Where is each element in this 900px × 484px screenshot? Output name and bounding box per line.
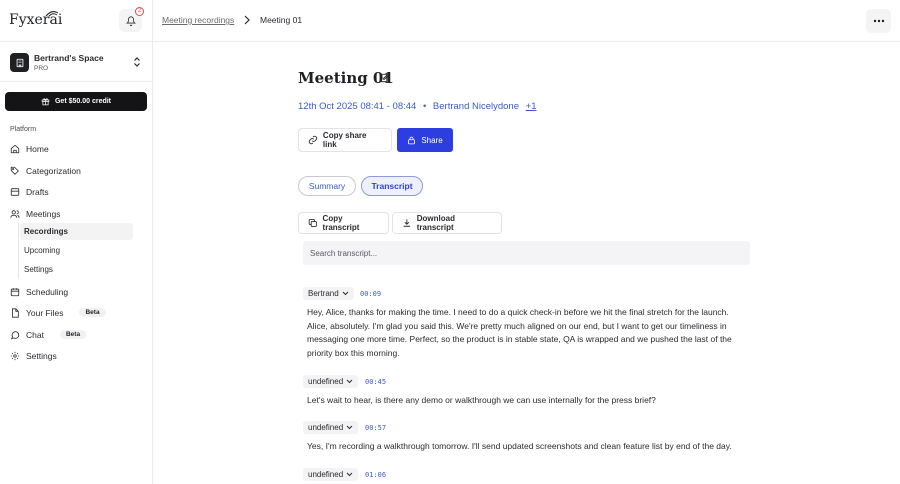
home-icon — [10, 144, 20, 153]
speaker-name: undefined — [308, 423, 344, 432]
tab-summary[interactable]: Summary — [298, 176, 356, 196]
sidebar-item-label: Settings — [26, 350, 57, 361]
speaker-selector[interactable]: undefined — [303, 421, 359, 434]
more-horizontal-icon — [873, 19, 884, 23]
more-options-button[interactable] — [866, 9, 891, 33]
extra-attendees-link[interactable]: +1 — [526, 101, 537, 112]
chevron-down-icon — [346, 379, 353, 384]
speaker-selector[interactable]: Bertrand — [303, 287, 354, 300]
beta-badge: Beta — [59, 330, 87, 339]
speaker-selector[interactable]: undefined — [303, 375, 359, 388]
share-label: Share — [421, 135, 443, 145]
chevron-up-down-icon — [134, 57, 140, 67]
meeting-meta: 12th Oct 2025 08:41 - 08:44 • Bertrand N… — [298, 101, 536, 112]
download-transcript-button[interactable]: Download transcript — [392, 212, 502, 234]
chevron-down-icon — [342, 291, 349, 296]
chat-icon — [10, 330, 20, 339]
sidebar-item-chat[interactable]: Chat Beta — [0, 325, 153, 344]
speaker-name: undefined — [308, 470, 344, 479]
sidebar: Fyxerai 2 Bertrand's Space PRO Get $50.0… — [0, 0, 153, 484]
sidebar-item-label: Meetings — [26, 208, 61, 219]
logo-row: Fyxerai 2 — [0, 0, 152, 42]
copy-icon — [308, 218, 317, 228]
edit-title-icon[interactable] — [379, 72, 390, 83]
chevron-down-icon — [346, 472, 353, 477]
copy-share-link-button[interactable]: Copy share link — [298, 128, 392, 152]
sidebar-item-label: Scheduling — [26, 286, 69, 297]
copy-transcript-label: Copy transcript — [322, 214, 360, 232]
sidebar-item-label: Drafts — [26, 186, 49, 197]
speaker-selector[interactable]: undefined — [303, 468, 359, 481]
files-icon — [12, 307, 19, 318]
space-plan: PRO — [34, 65, 49, 72]
breadcrumb-current: Meeting 01 — [260, 15, 303, 25]
link-icon — [308, 135, 318, 145]
share-button[interactable]: Share — [397, 128, 453, 152]
timestamp[interactable]: 00:45 — [365, 378, 386, 386]
tag-icon — [10, 166, 19, 175]
building-icon — [10, 53, 29, 72]
transcript-text: Yes, I'm recording a walkthrough tomorro… — [307, 441, 732, 451]
space-name: Bertrand's Space — [34, 53, 104, 63]
sidebar-item-drafts[interactable]: Drafts — [0, 182, 153, 201]
notification-count-badge: 2 — [135, 7, 144, 16]
copy-share-link-label: Copy share link — [322, 131, 367, 149]
sidebar-item-recordings[interactable]: Recordings — [20, 223, 133, 240]
calendar-icon — [10, 287, 20, 296]
sidebar-item-home[interactable]: Home — [0, 139, 153, 158]
chevron-down-icon — [346, 425, 353, 430]
gear-icon — [10, 351, 20, 360]
section-label-platform: Platform — [10, 126, 37, 133]
lock-icon — [408, 136, 416, 144]
sidebar-item-label: Chat — [26, 329, 44, 340]
chevron-right-icon — [244, 15, 250, 25]
transcript-text: Let's wait to hear, is there any demo or… — [307, 395, 656, 405]
meta-separator: • — [422, 101, 427, 112]
sidebar-item-label: Categorization — [26, 165, 81, 176]
meeting-attendee[interactable]: Bertrand Nicelydone — [433, 101, 519, 112]
search-transcript-input[interactable] — [303, 241, 750, 265]
bell-icon — [125, 15, 136, 26]
users-icon — [10, 209, 20, 218]
breadcrumb-meeting-recordings[interactable]: Meeting recordings — [162, 15, 234, 25]
sidebar-item-settings[interactable]: Settings — [0, 346, 153, 365]
get-credit-label: Get $50.00 credit — [54, 98, 112, 105]
timestamp[interactable]: 00:57 — [365, 424, 386, 432]
transcript-text: Hey, Alice, thanks for making the time. … — [307, 307, 732, 358]
sidebar-item-label: Your Files — [26, 307, 64, 318]
download-icon — [403, 219, 411, 227]
download-transcript-label: Download transcript — [416, 214, 455, 232]
sidebar-item-categorization[interactable]: Categorization — [0, 161, 153, 180]
sidebar-item-upcoming[interactable]: Upcoming — [20, 242, 133, 259]
beta-badge: Beta — [79, 308, 106, 317]
gift-icon — [41, 98, 50, 106]
submenu-guide — [18, 223, 19, 279]
sidebar-item-scheduling[interactable]: Scheduling — [0, 282, 153, 301]
space-switcher[interactable]: Bertrand's Space PRO — [0, 42, 152, 82]
logo-mark-icon — [45, 11, 59, 17]
meeting-date: 12th Oct 2025 08:41 - 08:44 — [298, 101, 417, 112]
get-credit-button[interactable]: Get $50.00 credit — [5, 92, 147, 111]
speaker-name: undefined — [308, 377, 344, 386]
timestamp[interactable]: 00:09 — [360, 290, 381, 298]
sidebar-item-meeting-settings[interactable]: Settings — [20, 261, 133, 278]
copy-transcript-button[interactable]: Copy transcript — [298, 212, 389, 234]
timestamp[interactable]: 01:06 — [365, 471, 386, 479]
speaker-name: Bertrand — [308, 289, 339, 298]
sidebar-item-meetings[interactable]: Meetings — [0, 204, 153, 223]
drafts-icon — [10, 187, 20, 196]
sidebar-item-label: Home — [26, 143, 49, 154]
top-bar: Meeting recordings Meeting 01 — [153, 0, 900, 42]
sidebar-item-your-files[interactable]: Your Files Beta — [0, 303, 153, 322]
tab-transcript[interactable]: Transcript — [361, 176, 423, 196]
